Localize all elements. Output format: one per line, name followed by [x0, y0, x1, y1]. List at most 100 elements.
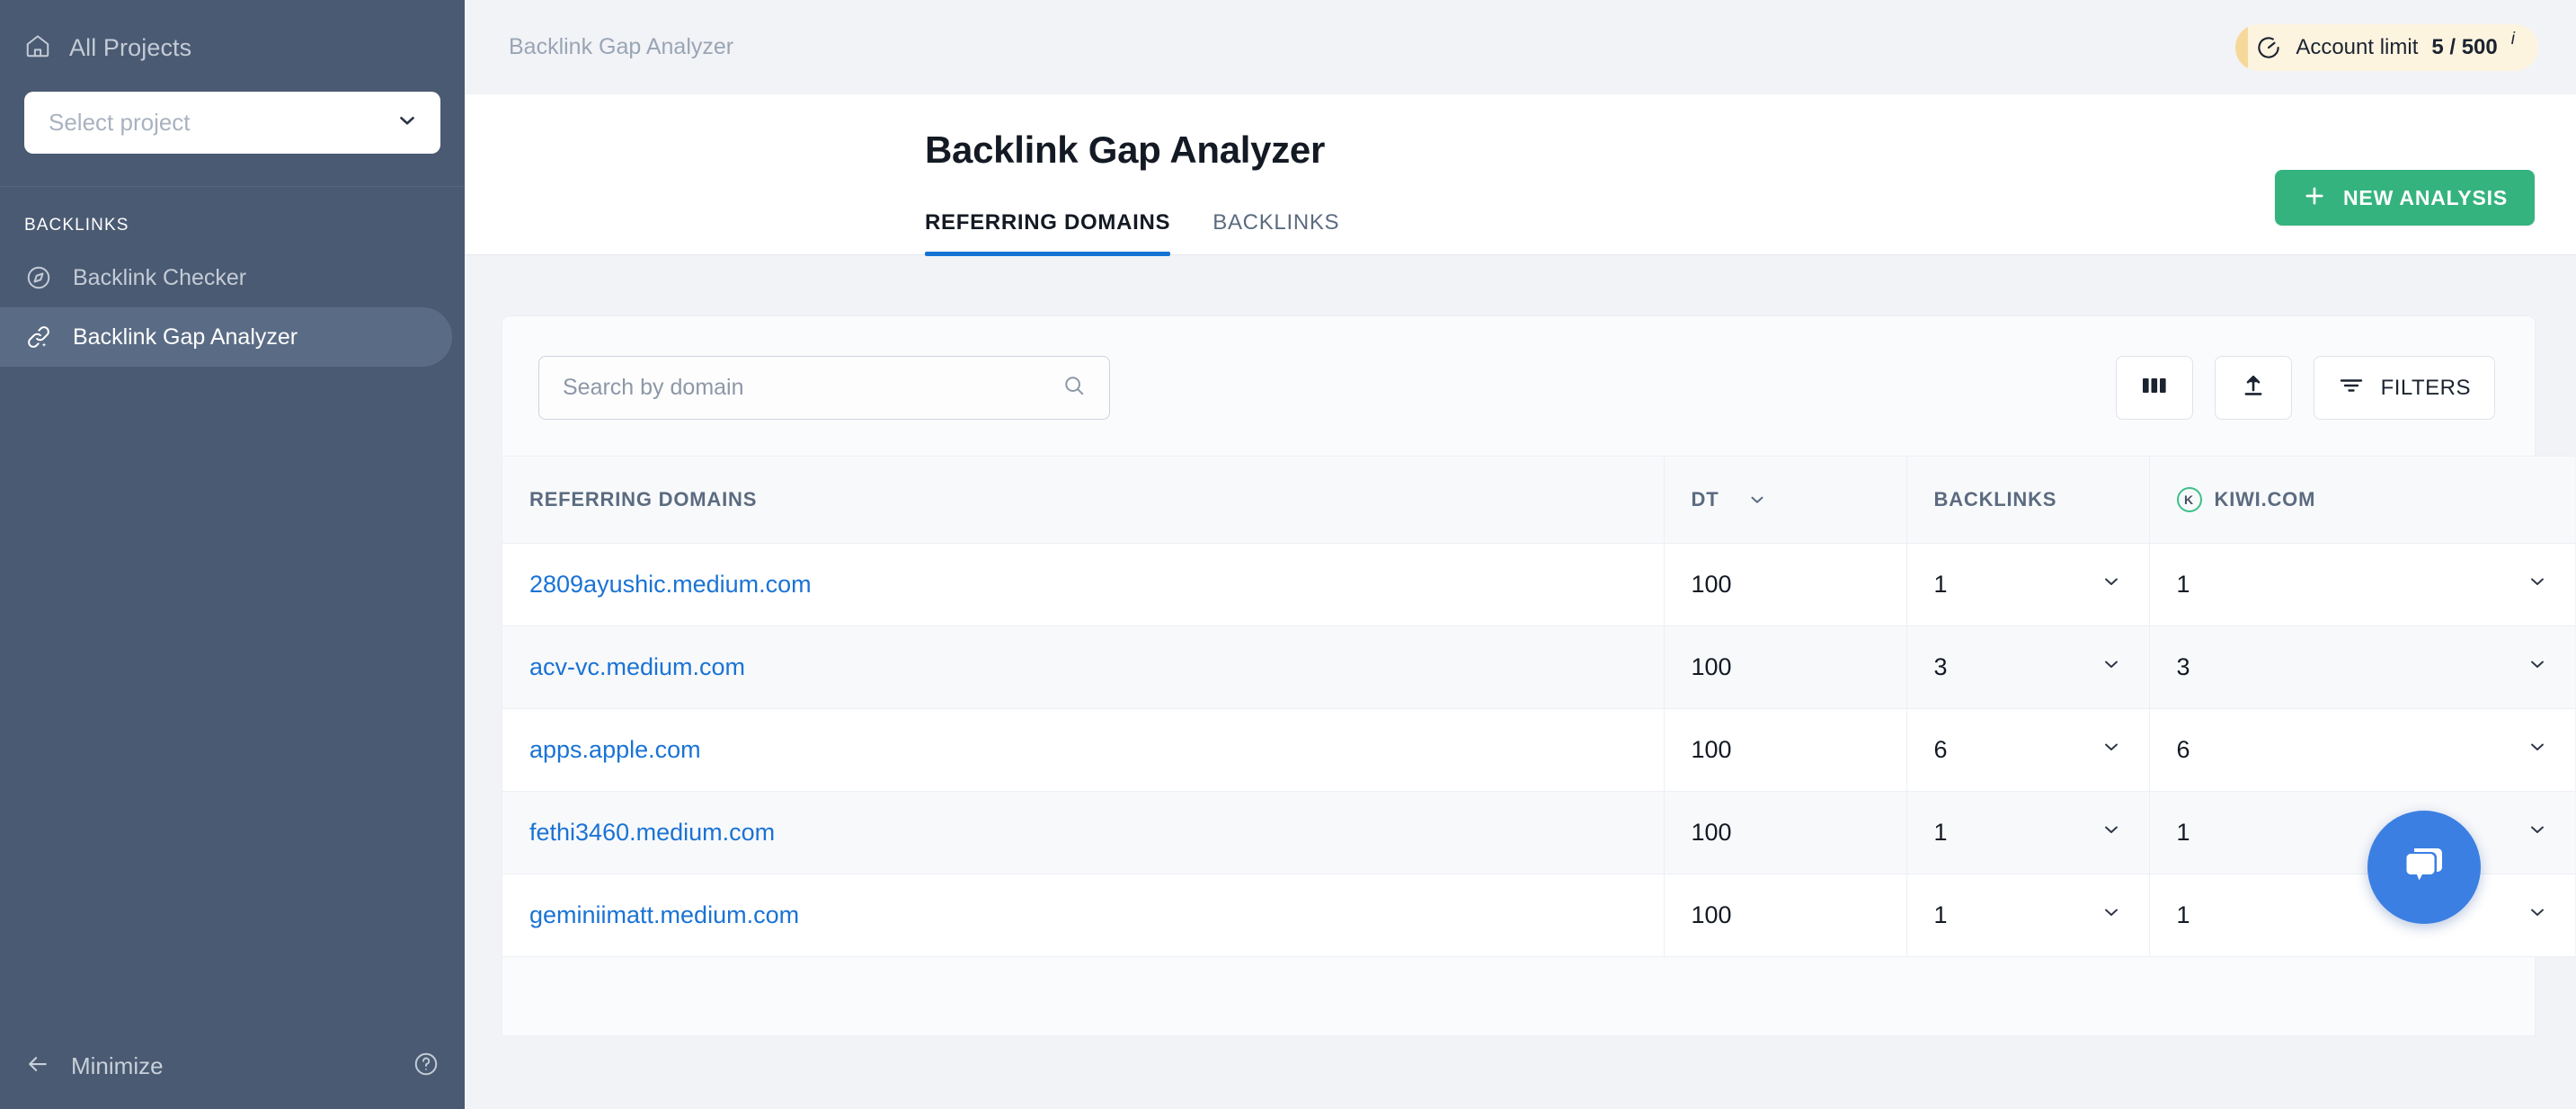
cell-backlinks: 1	[1905, 874, 2149, 957]
sidebar-item-backlink-gap-analyzer[interactable]: Backlink Gap Analyzer	[0, 307, 452, 367]
app-root: All Projects Select project BACKLINKS Ba…	[0, 0, 2576, 1109]
cell-referring-domain: apps.apple.com	[502, 708, 1664, 792]
table-body: 2809ayushic.medium.com 100 1 1 acv-vc.me…	[502, 543, 2575, 957]
column-label: BACKLINKS	[1933, 488, 2057, 510]
all-projects-label: All Projects	[69, 33, 192, 61]
tab-label: BACKLINKS	[1212, 210, 1340, 235]
tab-referring-domains[interactable]: REFERRING DOMAINS	[925, 210, 1171, 256]
columns-button[interactable]	[2115, 356, 2193, 420]
chevron-down-icon[interactable]	[2527, 819, 2548, 847]
filters-button-label: FILTERS	[2380, 375, 2471, 400]
all-projects-link[interactable]: All Projects	[24, 27, 440, 68]
backlinks-value: 1	[1933, 819, 1948, 846]
tab-label: REFERRING DOMAINS	[925, 210, 1171, 235]
arrow-left-icon	[24, 1051, 51, 1082]
backlinks-value: 1	[1933, 901, 1948, 928]
cell-dt: 100	[1663, 708, 1906, 792]
project-select[interactable]: Select project	[24, 92, 440, 154]
gauge-icon	[2255, 34, 2282, 61]
kiwi-value: 1	[2176, 901, 2190, 928]
chevron-down-icon[interactable]	[2527, 653, 2548, 681]
results-card: FILTERS REFERRING DOMAINS	[502, 316, 2575, 1035]
kiwi-value: 6	[2176, 736, 2190, 763]
dt-value: 100	[1691, 819, 1732, 846]
cell-kiwi: 1	[2148, 791, 2575, 874]
table-row[interactable]: geminiimatt.medium.com 100 1 1	[502, 874, 2575, 957]
main-area: Backlink Gap Analyzer Account limit 5 / …	[465, 0, 2576, 1109]
column-header-referring-domains[interactable]: REFERRING DOMAINS	[502, 456, 1664, 544]
cell-referring-domain: acv-vc.medium.com	[502, 625, 1664, 709]
table-row[interactable]: 2809ayushic.medium.com 100 1 1	[502, 543, 2575, 626]
cell-kiwi: 1	[2148, 543, 2575, 626]
column-label: DT	[1691, 488, 1719, 510]
account-limit-label: Account limit	[2296, 34, 2419, 59]
toolbar-actions: FILTERS	[2115, 356, 2495, 420]
dt-value: 100	[1691, 736, 1732, 763]
cell-kiwi: 6	[2148, 708, 2575, 792]
domain-link[interactable]: acv-vc.medium.com	[529, 653, 745, 681]
domain-link[interactable]: fethi3460.medium.com	[529, 819, 775, 847]
search-box[interactable]	[538, 356, 1110, 420]
dt-value: 100	[1691, 571, 1732, 598]
cell-dt: 100	[1663, 791, 1906, 874]
sidebar-item-label: Backlink Gap Analyzer	[73, 324, 298, 350]
cell-backlinks: 1	[1905, 543, 2149, 626]
column-label: KIWI.COM	[2214, 488, 2316, 510]
sidebar-section-backlinks-label: BACKLINKS	[24, 216, 129, 235]
account-limit-info-icon[interactable]: i	[2511, 30, 2515, 49]
column-header-backlinks[interactable]: BACKLINKS	[1905, 456, 2149, 544]
question-circle-icon[interactable]	[413, 1051, 440, 1082]
new-analysis-button[interactable]: NEW ANALYSIS	[2275, 170, 2535, 226]
table-row[interactable]: acv-vc.medium.com 100 3 3	[502, 625, 2575, 709]
kiwi-value: 3	[2176, 653, 2190, 680]
column-header-dt[interactable]: DT	[1663, 456, 1906, 544]
minimize-label: Minimize	[71, 1051, 164, 1079]
cell-backlinks: 6	[1905, 708, 2149, 792]
chat-widget-button[interactable]	[2367, 811, 2481, 924]
chevron-down-icon[interactable]	[2101, 819, 2122, 847]
kiwi-value: 1	[2176, 571, 2190, 598]
sidebar-item-backlink-checker[interactable]: Backlink Checker	[0, 248, 452, 307]
chevron-down-icon	[395, 109, 419, 137]
kiwi-favicon: K	[2176, 487, 2202, 512]
filters-button[interactable]: FILTERS	[2313, 356, 2495, 420]
minimize-button[interactable]: Minimize	[24, 1051, 164, 1082]
cell-backlinks: 1	[1905, 791, 2149, 874]
upload-icon	[2240, 372, 2267, 404]
domain-link[interactable]: apps.apple.com	[529, 736, 701, 764]
project-select-placeholder: Select project	[49, 109, 191, 136]
table-row[interactable]: apps.apple.com 100 6 6	[502, 708, 2575, 792]
domain-link[interactable]: geminiimatt.medium.com	[529, 901, 799, 929]
chevron-down-icon[interactable]	[2101, 571, 2122, 599]
link-sparkle-icon	[24, 323, 53, 351]
chevron-down-icon[interactable]	[2527, 901, 2548, 929]
table-head: REFERRING DOMAINS DT BACKLINKS K KIWI.CO…	[502, 456, 2575, 544]
chevron-down-icon[interactable]	[2527, 571, 2548, 599]
chevron-down-icon[interactable]	[1747, 490, 1767, 510]
tab-backlinks[interactable]: BACKLINKS	[1212, 210, 1339, 255]
search-input[interactable]	[563, 375, 1061, 401]
cell-kiwi: 3	[2148, 625, 2575, 709]
chevron-down-icon[interactable]	[2527, 736, 2548, 764]
chevron-down-icon[interactable]	[2101, 736, 2122, 764]
topbar: Backlink Gap Analyzer Account limit 5 / …	[465, 0, 2576, 94]
sidebar-item-label: Backlink Checker	[73, 264, 247, 290]
page-header: Backlink Gap Analyzer REFERRING DOMAINS …	[465, 94, 2576, 256]
cell-dt: 100	[1663, 625, 1906, 709]
chevron-down-icon[interactable]	[2101, 901, 2122, 929]
cell-referring-domain: fethi3460.medium.com	[502, 791, 1664, 874]
dt-value: 100	[1691, 653, 1732, 680]
domain-link[interactable]: 2809ayushic.medium.com	[529, 571, 812, 599]
sidebar: All Projects Select project BACKLINKS Ba…	[0, 0, 465, 1109]
cell-dt: 100	[1663, 874, 1906, 957]
search-icon[interactable]	[1061, 373, 1087, 403]
tabs: REFERRING DOMAINS BACKLINKS NEW ANALYSIS	[465, 170, 2576, 256]
table-row[interactable]: fethi3460.medium.com 100 1 1	[502, 791, 2575, 874]
account-limit-badge[interactable]: Account limit 5 / 500 i	[2235, 23, 2538, 71]
chevron-down-icon[interactable]	[2101, 653, 2122, 681]
column-header-kiwi[interactable]: K KIWI.COM	[2148, 456, 2575, 544]
export-button[interactable]	[2214, 356, 2292, 420]
chat-bubbles-icon	[2396, 838, 2452, 898]
cell-referring-domain: 2809ayushic.medium.com	[502, 543, 1664, 626]
table-header-row: REFERRING DOMAINS DT BACKLINKS K KIWI.CO…	[502, 456, 2575, 544]
